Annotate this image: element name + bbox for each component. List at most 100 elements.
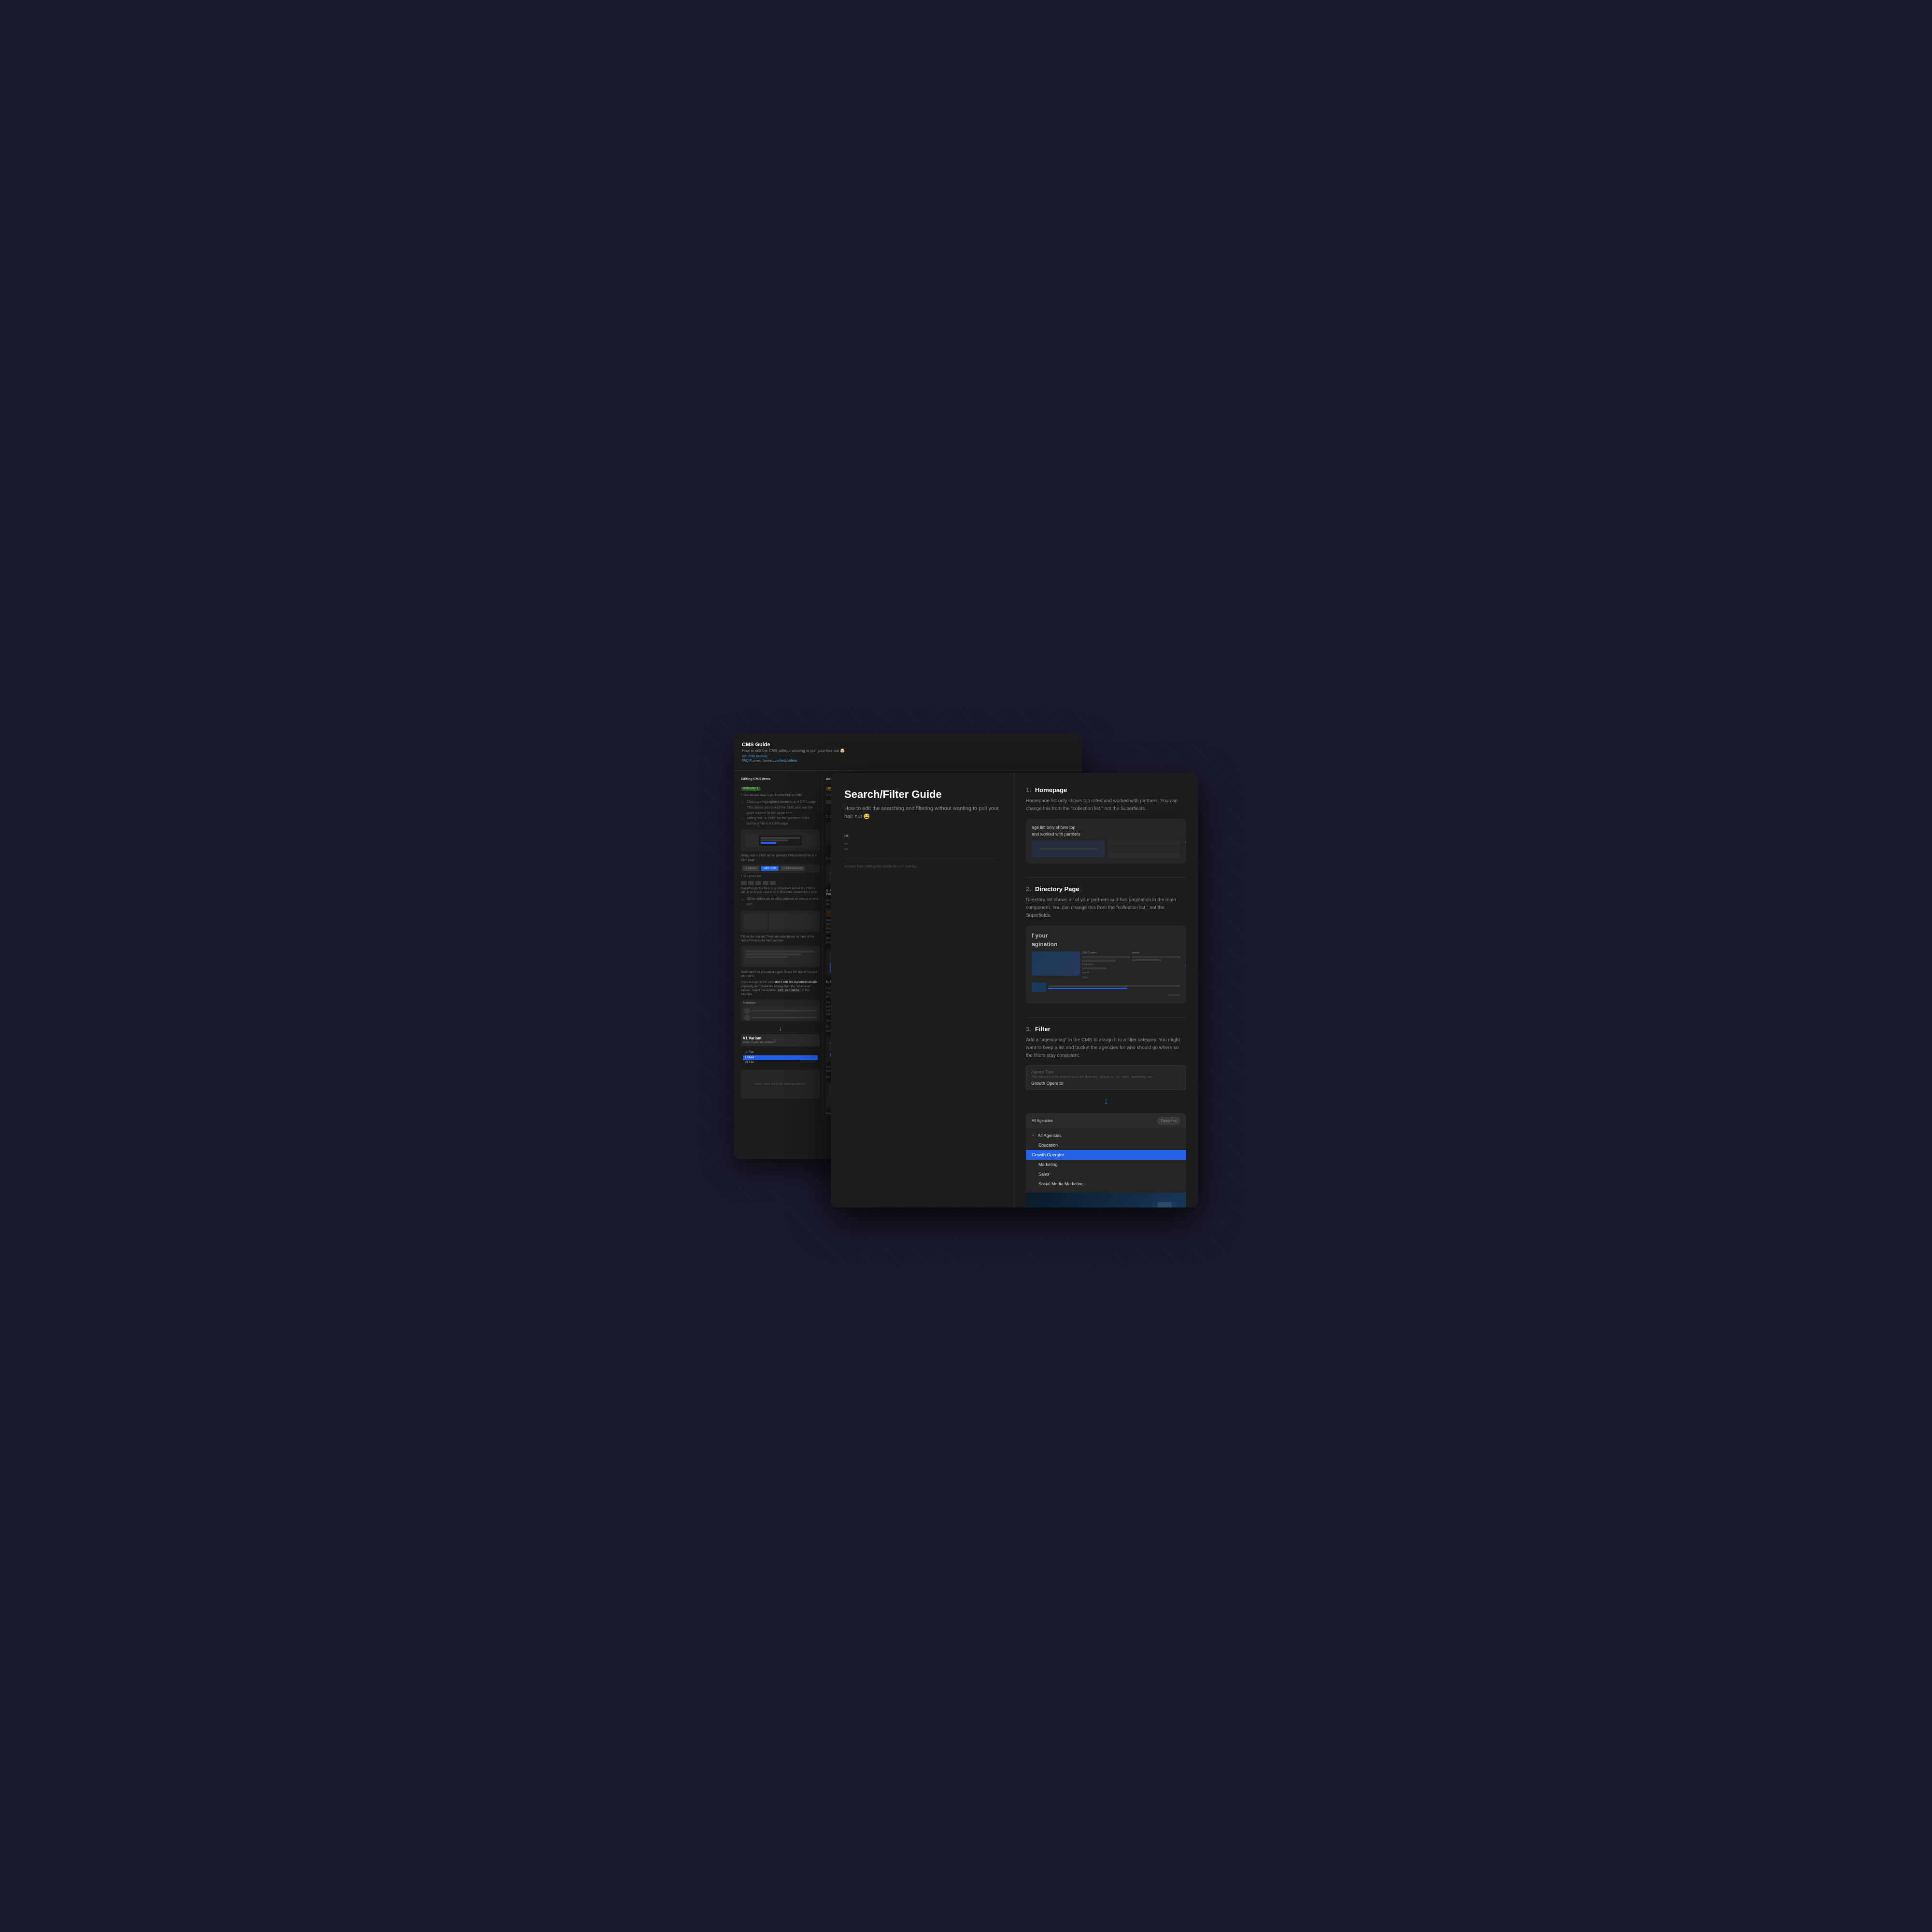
directory-screenshot-text: f youragination CMS Content (1032, 931, 1180, 998)
column-editing: Editing CMS Items Difficulty 1 There are… (738, 775, 823, 1121)
arrow-right-2: ← (1183, 960, 1186, 969)
section-filter: 3. Filter Add a "agency tag" in the CMS … (1026, 1025, 1186, 1208)
filter-num: 3. (1026, 1025, 1031, 1033)
cms-guide-header: CMS Guide How to edit the CMS without wa… (734, 734, 1082, 771)
dropdown-item-all[interactable]: ✓ All Agencies (1026, 1131, 1186, 1140)
left-panel-content: or tor tor Content from CMS guide visibl… (844, 832, 1000, 869)
left-panel: Search/Filter Guide How to edit the sear… (831, 773, 1014, 1208)
v1-subtitle: Video if you can embed it. (743, 1041, 818, 1044)
variant-flat-label: Flat (749, 1051, 753, 1054)
homepage-desc: Homepage list only shows top rated and w… (1026, 797, 1186, 813)
select-type-note: Some items let you select it type. Selec… (741, 970, 820, 979)
directory-screenshot: f youragination CMS Content (1026, 925, 1186, 1004)
dir-bottom (1032, 982, 1180, 992)
grid-cell-1 (1032, 840, 1105, 857)
item-all-label: All Agencies (1038, 1133, 1062, 1138)
footer-label: Hehe, reach out if you need assistance. (755, 1083, 806, 1086)
variant-embed: Embed (743, 1055, 818, 1060)
agency-type-field: Agency Type This allows it to be filtere… (1026, 1065, 1186, 1090)
directory-label: Directory Page (1035, 885, 1080, 893)
favorites-label: Favorites (1161, 1119, 1177, 1123)
section-directory: 2. Directory Page Directory list shows a… (1026, 885, 1186, 1004)
doc-front-layout: Search/Filter Guide How to edit the sear… (831, 773, 1198, 1208)
footer-image-placeholder: Hehe, reach out if you need assistance. (741, 1070, 820, 1099)
side-cells (1108, 840, 1180, 858)
theidhouse-label: TheIdHouse (1032, 994, 1180, 998)
dir-col-2: CMS Content Pagination Layout Type (1082, 952, 1130, 980)
v1-title: V1 Variant (743, 1036, 818, 1040)
divider-1 (1026, 877, 1186, 878)
arrow-down-1: ↓ (741, 1024, 820, 1032)
dropdown-item-education[interactable]: Education (1026, 1140, 1186, 1150)
variant-embed-label: Embed (745, 1056, 754, 1059)
editing-intro: There are two ways to get into the Frame… (741, 794, 820, 797)
item-growth-label: Growth Operator (1032, 1152, 1064, 1157)
editing-steps-list: Clicking a highlighted element on a CMS … (741, 799, 820, 826)
homepage-screenshot-text: age list only shows topand worked with p… (1032, 824, 1180, 858)
filter-title: 3. Filter (1026, 1025, 1186, 1033)
testimonials-screenshot: Testimonials Edit in Live View (741, 1000, 820, 1022)
dropdown-item-social[interactable]: Social Media Marketing (1026, 1179, 1186, 1189)
homepage-screenshot-inner: age list only shows topand worked with p… (1026, 819, 1186, 864)
dropdown-header: All Agencies Favorites (1026, 1113, 1186, 1129)
cms-info-link: FAQ Framer: framer.com/help/videos (742, 759, 1074, 763)
guide-title: Search/Filter Guide (844, 788, 1000, 801)
cms-screenshot-3 (741, 946, 820, 967)
variant-list: Flat Embed V1 File (741, 1048, 820, 1067)
agency-type-value: Growth Operator (1031, 1081, 1181, 1086)
agency-type-placeholder: This allows it to be filtered on in the … (1031, 1076, 1181, 1079)
directory-num: 2. (1026, 885, 1031, 893)
transform-note: If you end up on this view, don't edit t… (741, 980, 820, 997)
filter-desc: Add a "agency tag" in the CMS to assign … (1026, 1037, 1186, 1060)
cms-buttons-mock: ✎ partners Edit in CMS ✦ Back marketing (741, 864, 820, 873)
component-note: Everything in this file is in a componen… (741, 887, 820, 895)
fill-content-note: Fill out the content. There are descript… (741, 935, 820, 943)
all-agencies-tab: All Agencies (1032, 1119, 1053, 1123)
filter-dropdown: All Agencies Favorites ✓ All Agencies (1026, 1113, 1186, 1208)
variant-file-label: V1 File (745, 1061, 754, 1064)
item-marketing-label: Marketing (1038, 1162, 1058, 1167)
dropdown-item-marketing[interactable]: Marketing (1026, 1160, 1186, 1169)
edit-in-cms-label: Hitting 'edit in CMS' on the 'partners' … (741, 854, 820, 862)
filter-label: Filter (1035, 1025, 1051, 1033)
right-panel: 1. Homepage Homepage list only shows top… (1014, 773, 1198, 1208)
app-wrapper: CMS Guide How to edit the CMS without wa… (734, 734, 1198, 1198)
guide-subtitle: How to edit the searching and filtering … (844, 805, 1000, 821)
homepage-screenshot: age list only shows topand worked with p… (1026, 819, 1186, 864)
section-homepage: 1. Homepage Homepage list only shows top… (1026, 786, 1186, 864)
col-editing-title: Editing CMS Items (741, 778, 820, 781)
homepage-title: 1. Homepage (1026, 786, 1186, 794)
divider-2 (1026, 1017, 1186, 1018)
dropdown-list: ✓ All Agencies Education Growth Operator (1026, 1129, 1186, 1191)
dir-col-3: partner (1132, 952, 1180, 980)
cms-guide-title: CMS Guide (742, 742, 1074, 748)
item-education-label: Education (1038, 1143, 1058, 1148)
favorites-toggle: Favorites (1157, 1117, 1180, 1125)
cms-guide-subtitle: How to edit the CMS without wanting to p… (742, 749, 1074, 753)
directory-desc: Directory list shows all of your partner… (1026, 896, 1186, 920)
dropdown-tabs: All Agencies (1032, 1119, 1053, 1123)
cms-info-label: Info from Framer: (742, 755, 1074, 758)
directory-screenshot-inner: f youragination CMS Content (1026, 925, 1186, 1004)
down-arrow-filter: ↓ (1026, 1096, 1186, 1107)
homepage-grid (1032, 840, 1180, 858)
arrow-right-1: ← (1183, 837, 1186, 846)
check-all: ✓ (1032, 1133, 1035, 1137)
directory-title: 2. Directory Page (1026, 885, 1186, 893)
top-nav-label: The top nav bar (741, 875, 820, 879)
v1-variant-section: V1 Variant Video if you can embed it. (741, 1034, 820, 1046)
homepage-label: Homepage (1035, 786, 1067, 794)
homepage-num: 1. (1026, 786, 1031, 794)
person-image (1026, 1193, 1186, 1208)
variant-flat: Flat (743, 1050, 818, 1055)
agency-type-label: Agency Type (1031, 1070, 1181, 1074)
cms-screenshot-1 (741, 829, 820, 851)
search-filter-document: Search/Filter Guide How to edit the sear… (831, 773, 1198, 1208)
cms-screenshot-2 (741, 910, 820, 932)
item-social-label: Social Media Marketing (1038, 1181, 1084, 1186)
directory-grid: CMS Content Pagination Layout Type (1032, 952, 1180, 980)
variant-file: V1 File (743, 1060, 818, 1065)
difficulty-badge-editing: Difficulty 1 (741, 787, 761, 791)
dropdown-item-sales[interactable]: Sales (1026, 1169, 1186, 1179)
dropdown-item-growth[interactable]: Growth Operator (1026, 1150, 1186, 1160)
